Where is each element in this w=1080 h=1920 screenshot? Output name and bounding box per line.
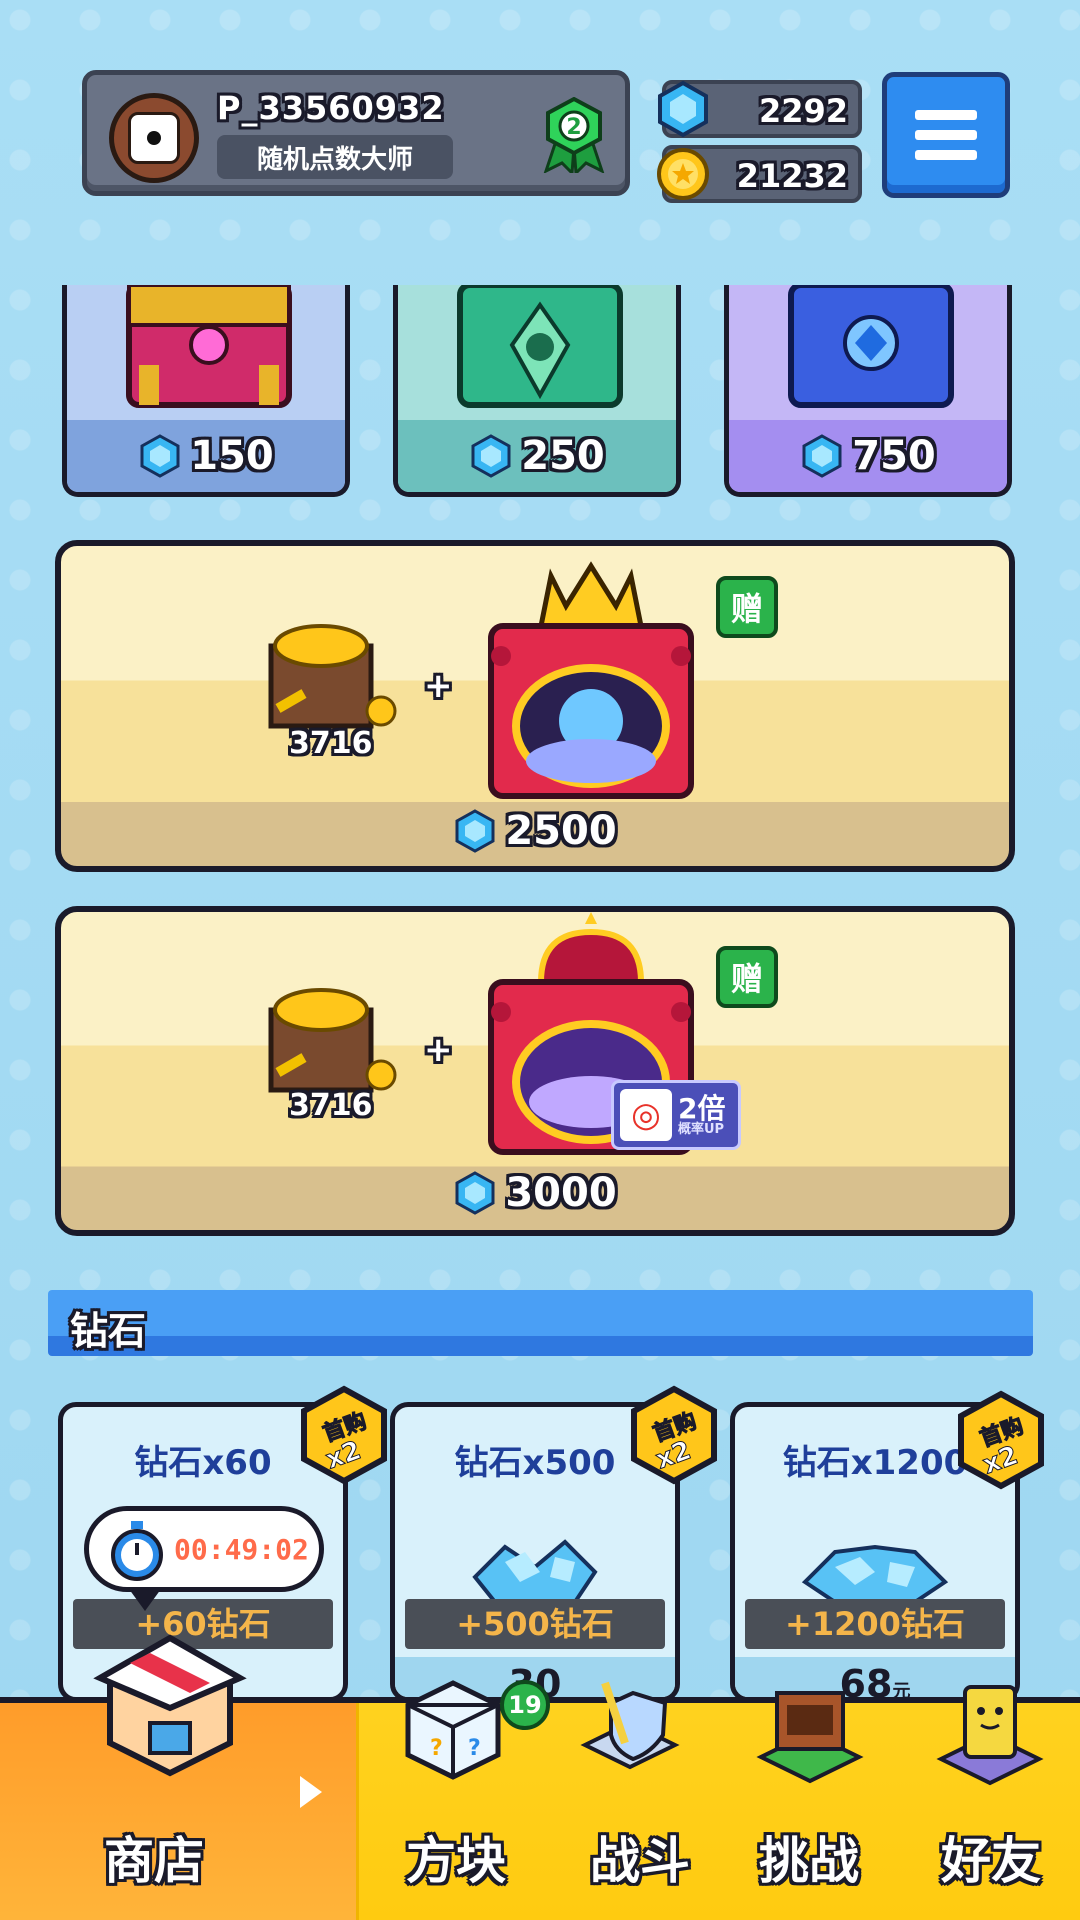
nav-item-challenge[interactable]: 挑战 <box>715 1691 895 1920</box>
plus-sign: + <box>424 1030 453 1070</box>
bundle-offer-2[interactable]: 3716 + 赠 ◎ 2倍 概率UP 3000 <box>55 906 1015 1236</box>
boost-subtitle: 概率UP <box>678 1121 725 1137</box>
gem-icon <box>455 809 495 853</box>
plus-sign: + <box>424 666 453 706</box>
coin-amount: 3716 <box>289 1088 373 1123</box>
sword-shield-icon <box>580 1681 680 1770</box>
friend-character-icon <box>936 1685 1044 1786</box>
player-title: 随机点数大师 <box>217 135 453 179</box>
red-chest-icon <box>126 285 292 408</box>
nav-label: 好友 <box>941 1832 1041 1890</box>
chest-price-value: 750 <box>852 433 936 479</box>
coin-icon <box>657 148 709 200</box>
dice-icon <box>128 112 180 164</box>
gem-counter[interactable]: 2292 <box>658 80 862 138</box>
bottom-nav: 商店 ? ? 方块 战斗 挑战 好友 <box>0 1634 1080 1920</box>
boost-swirl-icon: ◎ <box>620 1089 672 1141</box>
chest-price-value: 150 <box>190 433 274 479</box>
nav-label: 商店 <box>104 1832 204 1890</box>
green-chest-icon <box>457 285 623 408</box>
gift-tag: 赠 <box>716 946 778 1008</box>
player-profile-panel[interactable]: P_33560932 随机点数大师 2 <box>82 70 630 196</box>
first-purchase-badge: 首购 x2 <box>958 1390 1044 1490</box>
mystery-cube-icon: ? ? <box>405 1680 501 1780</box>
nav-label: 挑战 <box>759 1832 859 1890</box>
nav-item-battle[interactable]: 战斗 <box>535 1681 715 1920</box>
first-purchase-badge: 首购 x2 <box>631 1385 717 1485</box>
coin-crate-icon <box>268 988 397 1093</box>
gem-amount: 2292 <box>758 92 848 130</box>
nav-item-friends[interactable]: 好友 <box>895 1685 1080 1920</box>
bundle-offer-1[interactable]: 3716 + 赠 2500 <box>55 540 1015 872</box>
signboard-icon <box>756 1691 864 1784</box>
gem-icon <box>802 434 842 478</box>
diamond-section-header: 钻石 <box>48 1290 1033 1356</box>
stopwatch-icon <box>111 1521 163 1581</box>
gem-icon <box>140 434 180 478</box>
rank-medal-icon[interactable]: 2 <box>542 97 606 173</box>
section-title: 钻石 <box>70 1309 147 1353</box>
gem-icon <box>658 80 708 138</box>
coin-amount: 3716 <box>289 726 373 761</box>
gift-tag: 赠 <box>716 576 778 638</box>
coin-amount: 21232 <box>736 157 848 195</box>
shop-icon <box>93 1634 247 1777</box>
gem-icon <box>455 1171 495 1215</box>
bundle-price-2[interactable]: 3000 <box>61 1170 1009 1216</box>
coin-counter[interactable]: 21232 <box>657 145 862 203</box>
boost-multiplier: 2倍 <box>678 1091 726 1125</box>
nav-arrow-icon <box>300 1776 322 1808</box>
pack-bonus: +500钻石 <box>405 1599 665 1649</box>
svg-text:?: ? <box>430 1736 443 1761</box>
chest-price-value: 250 <box>521 433 605 479</box>
menu-icon <box>915 110 977 120</box>
bundle-price-value: 3000 <box>505 1170 617 1216</box>
first-purchase-badge: 首购 x2 <box>301 1385 387 1485</box>
nav-label: 战斗 <box>590 1832 690 1890</box>
nav-label: 方块 <box>406 1832 506 1890</box>
royal-chest-icon <box>488 561 694 799</box>
timer-value: 00:49:02 <box>174 1533 309 1566</box>
rank-level: 2 <box>566 115 581 140</box>
nav-item-blocks[interactable]: ? ? 方块 <box>360 1680 535 1920</box>
notification-badge: 19 <box>500 1680 550 1730</box>
pack-bonus: +1200钻石 <box>745 1599 1005 1649</box>
nav-item-shop[interactable]: 商店 <box>0 1634 356 1920</box>
chest-card-1[interactable]: 150 <box>62 285 350 497</box>
chest-card-3[interactable]: 750 <box>724 285 1012 497</box>
chest-price-1: 150 <box>67 420 345 492</box>
menu-button[interactable] <box>882 72 1010 198</box>
svg-text:?: ? <box>468 1736 481 1761</box>
chest-price-3: 750 <box>729 420 1007 492</box>
bundle-price-value: 2500 <box>505 808 617 854</box>
chest-card-2[interactable]: 250 <box>393 285 681 497</box>
blue-chest-icon <box>788 285 954 408</box>
offer-timer: 00:49:02 <box>84 1506 324 1611</box>
bundle-price-1[interactable]: 2500 <box>61 808 1009 854</box>
probability-boost-tag: ◎ 2倍 概率UP <box>611 1080 741 1150</box>
gem-icon <box>471 434 511 478</box>
player-id: P_33560932 <box>217 89 445 127</box>
avatar[interactable] <box>109 93 199 183</box>
coin-crate-icon <box>268 624 397 729</box>
chest-price-2: 250 <box>398 420 676 492</box>
